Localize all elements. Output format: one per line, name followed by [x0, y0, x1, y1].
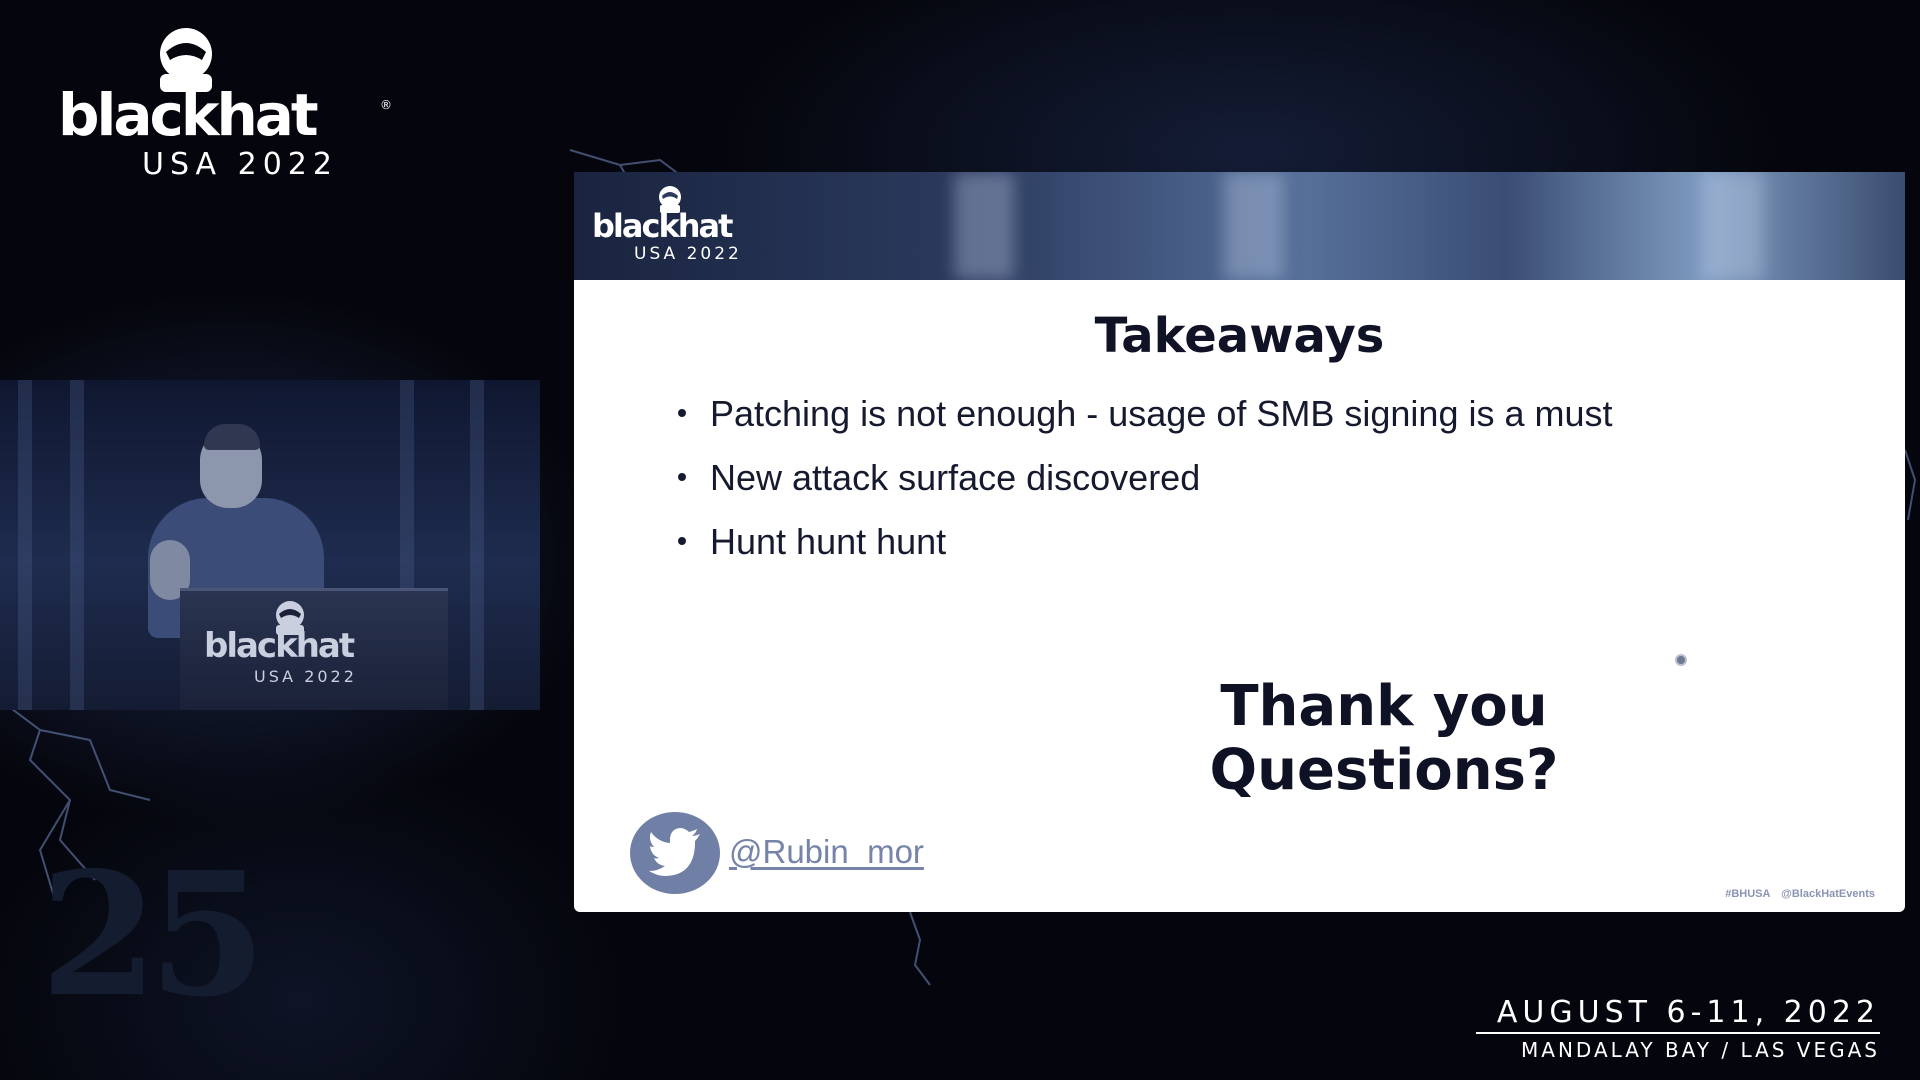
- event-venue: MANDALAY BAY / LAS VEGAS: [1521, 1038, 1880, 1062]
- closing-line-questions: Questions?: [1209, 738, 1559, 803]
- podium: blackhat USA 2022: [180, 588, 448, 710]
- list-item: New attack surface discovered: [678, 459, 1613, 496]
- bullet-icon: [678, 409, 686, 417]
- slide-logo-edition: USA 2022: [634, 244, 742, 264]
- list-item: Patching is not enough - usage of SMB si…: [678, 395, 1613, 432]
- twitter-badge: [630, 812, 720, 894]
- speaker-video: blackhat USA 2022: [0, 380, 540, 710]
- slide-header: blackhat USA 2022: [574, 172, 1905, 280]
- slide-title: Takeaways: [1094, 308, 1385, 364]
- anniversary-mark: 25: [40, 835, 267, 1035]
- curtain-fold: [70, 380, 84, 710]
- closing-line-thanks: Thank you: [1220, 674, 1548, 739]
- closing-message: Thank you Questions?: [1204, 675, 1564, 803]
- conference-video-frame: blackhat ® USA 2022 blackhat USA 2022 25: [0, 0, 1920, 1080]
- bullet-text: Patching is not enough - usage of SMB si…: [710, 393, 1613, 434]
- slide-footer: #BHUSA @BlackHatEvents: [1725, 888, 1875, 900]
- date-divider: [1476, 1032, 1880, 1034]
- bullet-text: Hunt hunt hunt: [710, 521, 947, 562]
- presentation-slide: blackhat USA 2022 Takeaways Patching is …: [574, 172, 1905, 912]
- pointer-dot: [1675, 654, 1687, 666]
- takeaways-list: Patching is not enough - usage of SMB si…: [678, 395, 1613, 587]
- curtain-fold: [470, 380, 484, 710]
- twitter-handle-link[interactable]: @Rubin_mor: [729, 833, 924, 871]
- slide-logo-brand: blackhat: [592, 207, 733, 245]
- event-logo: blackhat ® USA 2022: [58, 26, 398, 180]
- bullet-icon: [678, 537, 686, 545]
- footer-account: @BlackHatEvents: [1781, 888, 1875, 900]
- podium-brand-name: blackhat: [204, 626, 355, 666]
- header-glow: [1224, 172, 1284, 280]
- event-date: AUGUST 6-11, 2022: [1496, 995, 1880, 1030]
- slide-content: Takeaways Patching is not enough - usage…: [574, 280, 1905, 912]
- slide-logo: blackhat USA 2022: [592, 184, 782, 274]
- curtain-fold: [18, 380, 32, 710]
- bullet-icon: [678, 473, 686, 481]
- bullet-text: New attack surface discovered: [710, 457, 1201, 498]
- twitter-bird-icon: [649, 828, 700, 876]
- event-date-block: AUGUST 6-11, 2022 MANDALAY BAY / LAS VEG…: [1476, 996, 1880, 1062]
- speaker-hair: [204, 424, 260, 450]
- event-edition: USA 2022: [142, 147, 338, 182]
- registered-mark: ®: [380, 98, 392, 112]
- header-glow: [1704, 172, 1764, 280]
- event-brand-name: blackhat: [58, 81, 319, 149]
- podium-edition: USA 2022: [254, 667, 357, 686]
- list-item: Hunt hunt hunt: [678, 523, 1613, 560]
- footer-hashtag: #BHUSA: [1725, 888, 1771, 900]
- header-glow: [954, 172, 1014, 280]
